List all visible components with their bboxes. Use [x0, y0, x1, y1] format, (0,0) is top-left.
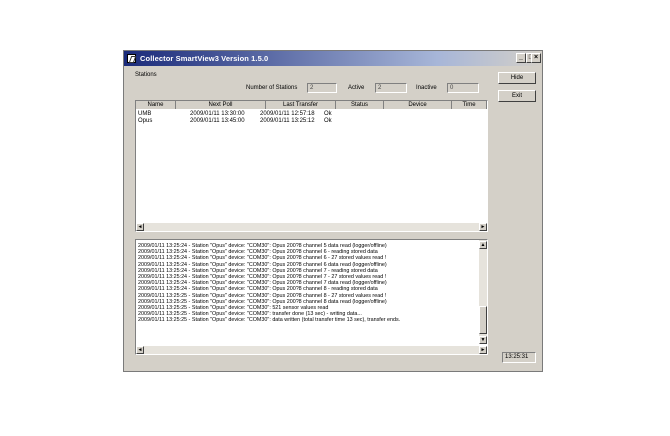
- scroll-down-button[interactable]: ▼: [479, 336, 487, 344]
- table-row[interactable]: UMB 2009/01/11 13:30:00 2009/01/11 12:57…: [136, 111, 487, 118]
- inactive-field: 0: [447, 83, 479, 93]
- scroll-left-button[interactable]: ◄: [136, 223, 144, 231]
- log-list: 2009/01/11 13:25:24 - Station "Opus" dev…: [138, 243, 476, 324]
- table-row[interactable]: Opus 2009/01/11 13:45:00 2009/01/11 13:2…: [136, 118, 487, 125]
- title-bar[interactable]: Collector SmartView3 Version 1.5.0 _ □: [124, 51, 542, 66]
- row-cell-last-transfer: 2009/01/11 12:57:18: [260, 111, 315, 117]
- hide-button[interactable]: Hide: [498, 72, 536, 84]
- row-cell-next-poll: 2009/01/11 13:45:00: [190, 118, 245, 124]
- column-header-last-transfer[interactable]: Last Transfer: [266, 101, 336, 109]
- row-cell-status: Ok: [324, 118, 332, 124]
- row-cell-name: UMB: [138, 111, 152, 117]
- column-header-next-poll[interactable]: Next Poll: [176, 101, 266, 109]
- log-line: 2009/01/11 13:25:25 - Station "Opus" dev…: [138, 317, 401, 324]
- exit-button[interactable]: Exit: [498, 90, 536, 102]
- table-horizontal-scrollbar[interactable]: ◄ ►: [136, 223, 487, 231]
- minimize-button[interactable]: _: [516, 53, 526, 63]
- active-label: Active: [348, 85, 365, 91]
- log-vertical-scrollbar[interactable]: ▲ ▼: [479, 240, 487, 344]
- scroll-thumb[interactable]: [479, 306, 487, 334]
- app-icon: [127, 54, 136, 63]
- number-of-stations-field: 2: [307, 83, 337, 93]
- scroll-left-button[interactable]: ◄: [136, 346, 144, 354]
- stations-group-label: Stations: [135, 72, 157, 78]
- column-header-device[interactable]: Device: [384, 101, 452, 109]
- log-panel[interactable]: 2009/01/11 13:25:24 - Station "Opus" dev…: [135, 239, 488, 355]
- window-title: Collector SmartView3 Version 1.5.0: [140, 54, 269, 63]
- row-cell-name: Opus: [138, 118, 153, 124]
- active-field: 2: [375, 83, 407, 93]
- row-cell-next-poll: 2009/01/11 13:30:00: [190, 111, 245, 117]
- log-horizontal-scrollbar[interactable]: ◄ ►: [136, 346, 487, 354]
- inactive-label: Inactive: [416, 85, 437, 91]
- stations-table[interactable]: Name Next Poll Last Transfer Status Devi…: [135, 100, 488, 232]
- column-header-time[interactable]: Time: [452, 101, 487, 109]
- close-button[interactable]: ×: [531, 53, 541, 63]
- row-cell-status: Ok: [324, 111, 332, 117]
- column-header-status[interactable]: Status: [336, 101, 384, 109]
- scroll-up-button[interactable]: ▲: [479, 241, 487, 249]
- scroll-right-button[interactable]: ►: [479, 223, 487, 231]
- scroll-right-button[interactable]: ►: [479, 346, 487, 354]
- row-cell-last-transfer: 2009/01/11 13:25:12: [260, 118, 315, 124]
- clock-display: 13:25:31: [502, 352, 536, 363]
- number-of-stations-label: Number of Stations: [246, 85, 298, 91]
- column-header-name[interactable]: Name: [136, 101, 176, 109]
- main-window: Collector SmartView3 Version 1.5.0 _ □ ×…: [123, 50, 543, 372]
